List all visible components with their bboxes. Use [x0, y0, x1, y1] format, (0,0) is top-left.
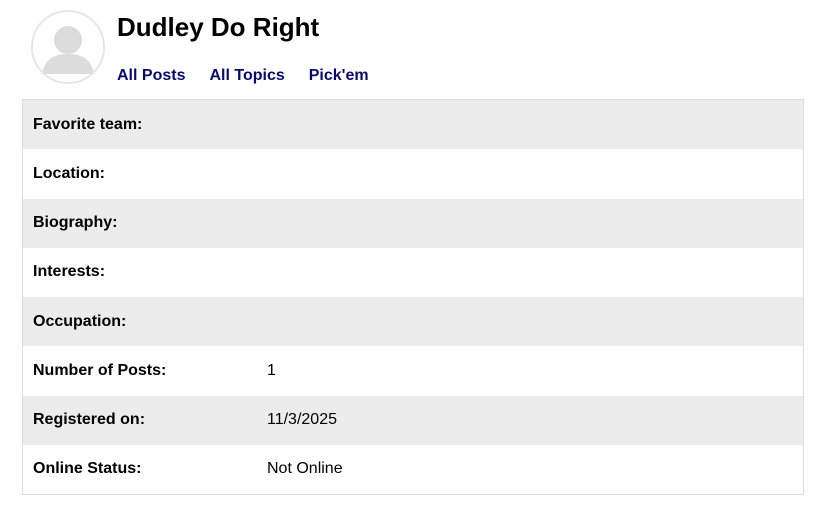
detail-row-registered-on: Registered on: 11/3/2025 [23, 395, 803, 445]
detail-label: Location: [33, 164, 105, 182]
profile-details-table: Favorite team: Location: Biography: Inte… [22, 99, 804, 495]
detail-label: Online Status: [33, 460, 142, 478]
detail-label: Occupation: [33, 312, 127, 330]
avatar [31, 10, 105, 84]
detail-row-occupation: Occupation: [23, 297, 803, 347]
all-topics-link[interactable]: All Topics [209, 66, 284, 86]
detail-row-online-status: Online Status: Not Online [23, 444, 803, 494]
detail-value: 1 [267, 361, 276, 379]
pickem-link[interactable]: Pick'em [309, 66, 369, 86]
detail-value: 11/3/2025 [267, 411, 337, 429]
detail-row-interests: Interests: [23, 247, 803, 297]
all-posts-link[interactable]: All Posts [117, 66, 185, 86]
detail-label: Registered on: [33, 411, 146, 429]
profile-name: Dudley Do Right [117, 12, 320, 42]
detail-label: Favorite team: [33, 115, 143, 133]
profile-header: Dudley Do Right All Posts All Topics Pic… [0, 0, 825, 100]
detail-row-location: Location: [23, 149, 803, 199]
detail-label: Biography: [33, 214, 118, 232]
detail-row-favorite-team: Favorite team: [23, 100, 803, 150]
detail-label: Number of Posts: [33, 361, 167, 379]
detail-label: Interests: [33, 263, 106, 281]
detail-row-biography: Biography: [23, 198, 803, 248]
profile-nav: All Posts All Topics Pick'em [117, 66, 369, 86]
detail-value: Not Online [267, 460, 343, 478]
detail-row-number-of-posts: Number of Posts: 1 [23, 346, 803, 396]
default-user-avatar-icon [33, 12, 103, 82]
